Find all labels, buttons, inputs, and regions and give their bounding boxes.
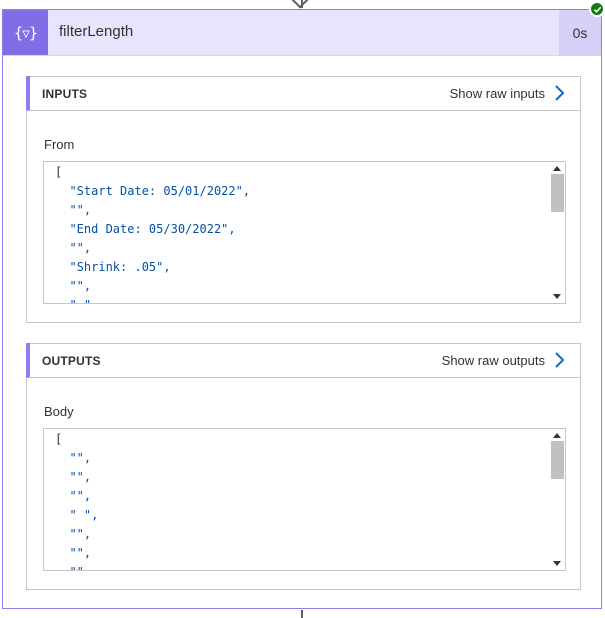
chevron-right-icon[interactable] [553,85,565,101]
action-card: {▿} filterLength 0s INPUTS Show raw inpu… [2,9,602,609]
action-title: filterLength [59,23,134,40]
code-line: " ", [55,508,99,522]
scroll-down-icon[interactable] [553,294,561,299]
outputs-title: OUTPUTS [42,354,101,368]
inputs-section: INPUTS Show raw inputs From [ "Start Dat… [26,76,581,323]
show-raw-inputs-link[interactable]: Show raw inputs [450,85,565,101]
scroll-thumb[interactable] [551,174,564,212]
code-line: "", [55,470,92,484]
code-line: "", [55,279,92,293]
code-line: [ [55,165,63,179]
code-line: " " [55,296,250,303]
outputs-section: OUTPUTS Show raw outputs Body [ "", "", … [26,343,581,590]
code-line: "", [55,241,92,255]
inputs-title: INPUTS [42,87,88,101]
outputs-code-lines: [ "", "", "", " ", "", "", "" [55,430,99,570]
code-line: "End Date: 05/30/2022", [55,222,236,236]
connector-line-top [301,0,303,8]
body-label: Body [44,404,74,419]
filter-array-icon: {▿} [3,10,48,55]
outputs-scrollbar[interactable] [550,429,565,570]
inputs-code-lines: [ "Start Date: 05/01/2022", "", "End Dat… [55,163,251,303]
success-check-icon [589,1,605,17]
code-line: "" [55,563,98,570]
code-line: "", [55,546,92,560]
from-label: From [44,137,75,152]
code-line: "Start Date: 05/01/2022", [55,184,251,198]
scroll-up-icon[interactable] [553,166,561,171]
code-line: "", [55,451,92,465]
show-raw-outputs-label: Show raw outputs [441,352,545,368]
inputs-header: INPUTS Show raw inputs [26,76,581,111]
scroll-down-icon[interactable] [553,561,561,566]
inputs-scrollbar[interactable] [550,162,565,303]
scroll-up-icon[interactable] [553,433,561,438]
code-line: "", [55,527,92,541]
code-line: [ [55,432,63,446]
connector-arrow-icon [291,0,309,9]
code-line: "", [55,489,92,503]
chevron-right-icon[interactable] [553,352,565,368]
action-header[interactable]: {▿} filterLength 0s [3,10,601,56]
show-raw-outputs-link[interactable]: Show raw outputs [442,352,565,368]
code-line: "Shrink: .05", [55,260,171,274]
body-code-box[interactable]: [ "", "", "", " ", "", "", "" [43,428,566,571]
connector-line-bottom [301,610,303,618]
show-raw-inputs-label: Show raw inputs [449,85,545,101]
from-code-box[interactable]: [ "Start Date: 05/01/2022", "", "End Dat… [43,161,566,304]
code-line: "", [55,203,92,217]
scroll-thumb[interactable] [551,441,564,479]
outputs-header: OUTPUTS Show raw outputs [26,343,581,378]
